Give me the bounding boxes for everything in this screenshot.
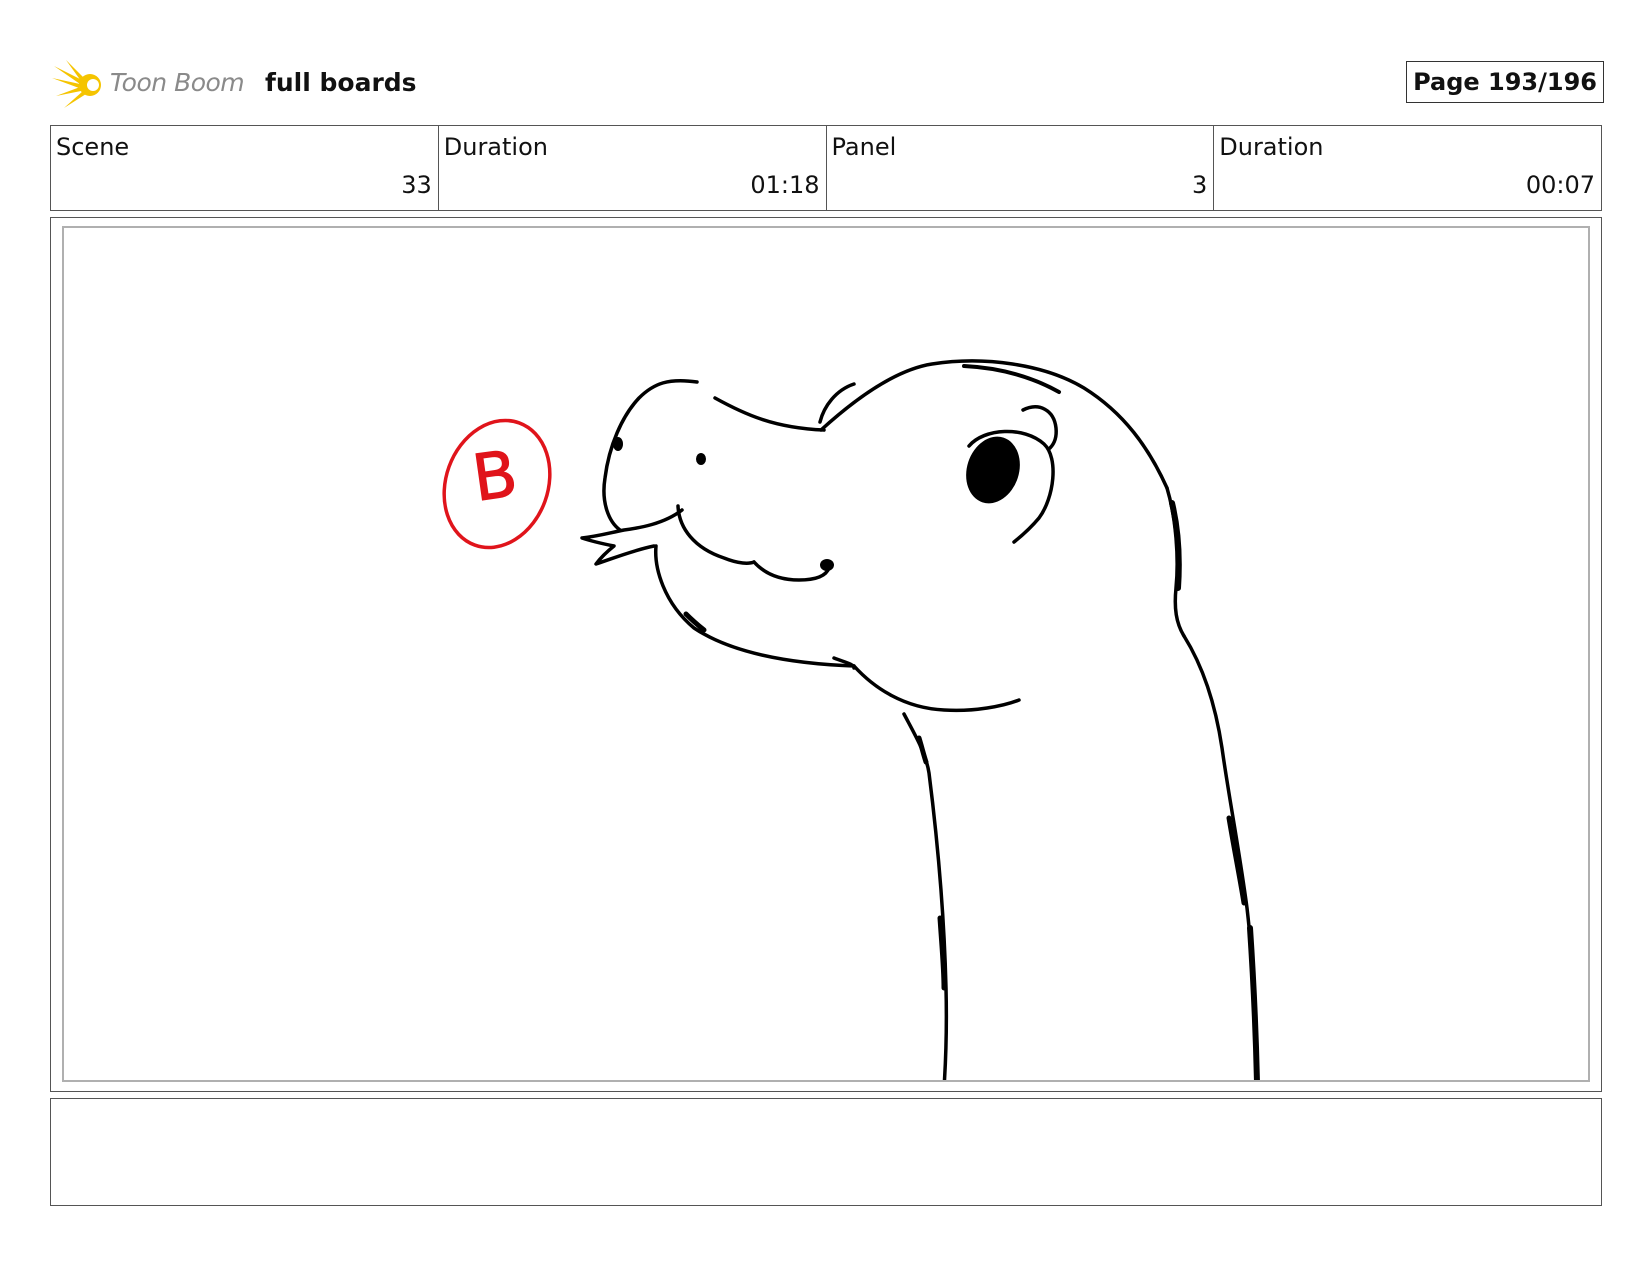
scene-duration-cell: Duration 01:18 [439,126,827,210]
snake-outline [580,359,1260,1080]
storyboard-panel: B [50,217,1602,1092]
panel-drawing-area: B [62,226,1590,1082]
snake-sketch-drawing: B [442,359,1260,1080]
scene-info-table: Scene 33 Duration 01:18 Panel 3 Duration… [50,125,1602,211]
toon-boom-logo-icon [52,60,101,108]
panel-duration-cell: Duration 00:07 [1214,126,1601,210]
scene-duration-value: 01:18 [750,171,820,199]
annotation-marker: B [442,418,552,550]
panel-value: 3 [1191,171,1208,199]
scene-label: Scene [56,133,130,161]
page-header: Toon Boom full boards Page 193/196 [52,56,1604,112]
scene-value: 33 [401,171,432,199]
brand-name: Toon Boom [110,68,245,97]
nostril-right [696,453,706,465]
document-title: full boards [265,68,417,97]
snake-eye [966,436,1020,504]
panel-label: Panel [831,133,897,161]
annotation-letter: B [468,437,522,516]
page-number: Page 193/196 [1406,61,1604,103]
scene-duration-label: Duration [443,133,548,161]
mouth-corner [820,559,834,571]
panel-duration-label: Duration [1219,133,1324,161]
nostril-left [613,437,623,451]
snake-features [613,436,1020,571]
scene-cell: Scene 33 [51,126,439,210]
panel-cell: Panel 3 [827,126,1215,210]
caption-box [50,1098,1602,1206]
panel-duration-value: 00:07 [1525,171,1595,199]
